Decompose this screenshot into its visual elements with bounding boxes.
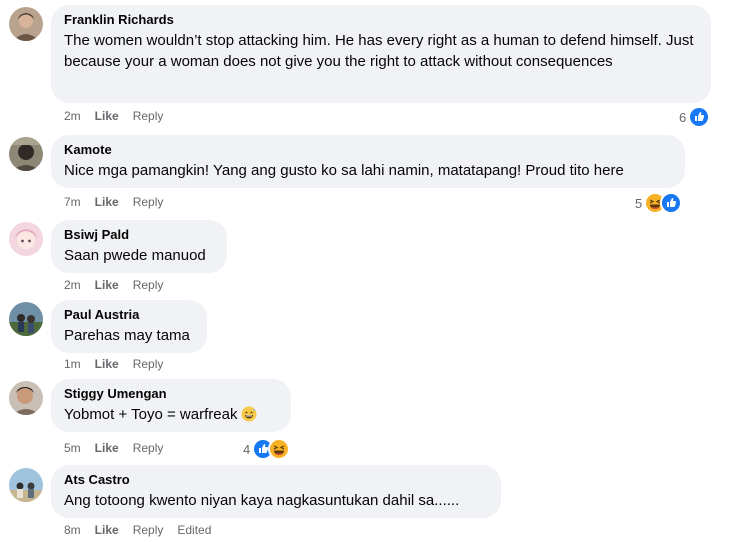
comment-actions: 2m Like Reply [64, 278, 177, 292]
comment-author[interactable]: Kamote [64, 142, 673, 158]
comment-time[interactable]: 2m [64, 109, 81, 123]
comment-actions: 2m Like Reply [64, 109, 177, 123]
avatar[interactable] [9, 302, 43, 336]
like-button[interactable]: Like [95, 357, 119, 371]
avatar[interactable] [9, 381, 43, 415]
comment-text: Yobmot + Toyo = warfreak [64, 404, 279, 428]
like-button[interactable]: Like [95, 441, 119, 455]
comment-text-content: Yobmot + Toyo = warfreak [64, 406, 238, 423]
comment-time[interactable]: 5m [64, 441, 81, 455]
comment-time[interactable]: 8m [64, 523, 81, 537]
comment-time[interactable]: 7m [64, 195, 81, 209]
comment-time[interactable]: 1m [64, 357, 81, 371]
comment-text: The women wouldn’t stop attacking him. H… [64, 32, 694, 70]
like-icon [688, 106, 711, 128]
reply-button[interactable]: Reply [133, 523, 164, 537]
reaction-count: 6 [679, 109, 687, 125]
comment-bubble: Paul Austria Parehas may tama [51, 300, 207, 353]
comment-bubble: Kamote Nice mga pamangkin! Yang ang gust… [51, 135, 685, 188]
comment-actions: 5m Like Reply [64, 441, 177, 455]
edited-label: Edited [177, 523, 212, 537]
comment-bubble: Franklin Richards The women wouldn’t sto… [51, 5, 711, 103]
reply-button[interactable]: Reply [133, 195, 164, 209]
comment-bubble: Bsiwj Pald Saan pwede manuod [51, 220, 227, 273]
reaction-count: 4 [243, 441, 251, 457]
avatar[interactable] [9, 137, 43, 171]
comment-author[interactable]: Bsiwj Pald [64, 227, 215, 243]
avatar[interactable] [9, 7, 43, 41]
reaction-summary[interactable]: 5 [635, 192, 683, 214]
like-button[interactable]: Like [95, 109, 119, 123]
reaction-count: 5 [635, 195, 643, 211]
comment-actions: 8m Like Reply Edited [64, 523, 225, 537]
comment-author[interactable]: Paul Austria [64, 307, 195, 323]
comment-actions: 1m Like Reply [64, 357, 177, 371]
like-button[interactable]: Like [95, 278, 119, 292]
reply-button[interactable]: Reply [133, 441, 164, 455]
haha-icon [268, 438, 291, 460]
grinning-sweat-emoji [241, 406, 257, 428]
reaction-summary[interactable]: 6 [679, 106, 711, 128]
comment-actions: 7m Like Reply [64, 195, 177, 209]
comment-author[interactable]: Stiggy Umengan [64, 386, 279, 402]
reply-button[interactable]: Reply [133, 109, 164, 123]
reply-button[interactable]: Reply [133, 278, 164, 292]
comment-text: Saan pwede manuod [64, 247, 206, 264]
reply-button[interactable]: Reply [133, 357, 164, 371]
avatar[interactable] [9, 468, 43, 502]
like-icon [660, 192, 683, 214]
like-button[interactable]: Like [95, 523, 119, 537]
comment-text: Ang totoong kwento niyan kaya nagkasuntu… [64, 492, 460, 509]
comment-text: Parehas may tama [64, 327, 190, 344]
comment-bubble: Ats Castro Ang totoong kwento niyan kaya… [51, 465, 501, 518]
comment-author[interactable]: Franklin Richards [64, 12, 699, 28]
comment-text: Nice mga pamangkin! Yang ang gusto ko sa… [64, 162, 624, 179]
avatar[interactable] [9, 222, 43, 256]
comment-author[interactable]: Ats Castro [64, 472, 489, 488]
like-button[interactable]: Like [95, 195, 119, 209]
reaction-summary[interactable]: 4 [243, 438, 291, 460]
comment-bubble: Stiggy Umengan Yobmot + Toyo = warfreak [51, 379, 291, 432]
comment-time[interactable]: 2m [64, 278, 81, 292]
